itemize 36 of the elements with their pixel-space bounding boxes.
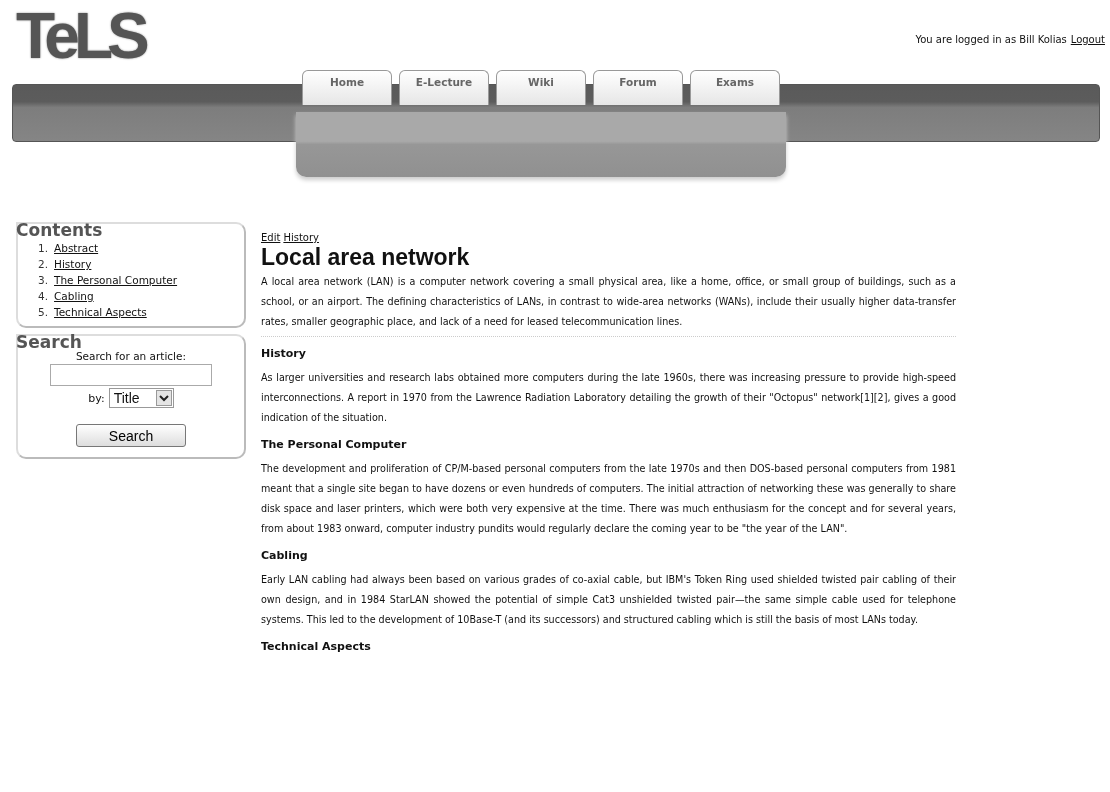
list-number: 5. <box>38 306 49 318</box>
site-logo[interactable]: TeLS <box>16 4 144 68</box>
intro-paragraph: A local area network (LAN) is a computer network covering a small physical area, like a home, office, or small group of buildings, such as a school, or an airport. The defining characteristics of LANs, in contrast to wide-area networks (WANs), include their usually higher data-transfer rates, smaller geographic place, and lack of a need for leased telecommunication lines. <box>261 272 956 337</box>
section-heading: The Personal Computer <box>261 438 408 451</box>
search-title: Search <box>16 332 83 352</box>
nav-tab[interactable]: E-Lecture <box>399 70 489 105</box>
list-number: 4. <box>38 290 49 302</box>
list-number: 1. <box>38 242 49 254</box>
article-title: Local area network <box>261 244 471 270</box>
contents-link[interactable]: Abstract <box>54 242 99 254</box>
section-paragraph: The development and proliferation of CP/M-based personal computers from the late 1970s and then DOS-based personal computers from 1981 meant that a single site began to have dozens or even hundreds of computers. The initial attraction of networking these was generally to share disk space and laser printers, which were both very expensive at the time. There was much enthusiasm for the concept and for several years, from about 1983 onward, computer industry pundits would regularly declare the coming year to be "the year of the LAN". <box>261 462 956 536</box>
nav-tab[interactable]: Home <box>302 70 392 105</box>
nav-tab[interactable]: Exams <box>690 70 780 105</box>
nav-tab[interactable]: Wiki <box>496 70 586 105</box>
article-link[interactable]: Edit <box>261 232 281 243</box>
nav-tab[interactable]: Forum <box>593 70 683 105</box>
article-link[interactable]: History <box>283 232 319 243</box>
contents-link[interactable]: History <box>54 258 92 270</box>
search-field[interactable] <box>50 364 212 386</box>
contents-link[interactable]: The Personal Computer <box>54 274 178 286</box>
section-paragraph: As larger universities and research labs obtained more computers during the late 1960s, there was increasing pressure to provide high-speed interconnections. A report in 1970 from the Lawrence Radiation Laboratory detailing the growth of their "Octopus" network[1][2], gives a good indication of the situation. <box>261 371 956 425</box>
section-heading: Technical Aspects <box>261 640 372 653</box>
search-button[interactable]: Search <box>76 424 186 447</box>
section-heading: Cabling <box>261 549 309 562</box>
list-number: 3. <box>38 274 49 286</box>
by-label: by: <box>88 391 105 405</box>
section-paragraph: Early LAN cabling had always been based on various grades of co-axial cable, but IBM's Token Ring used shielded twisted pair cabling of their own design, and in 1984 StarLAN showed the potential of simple Cat3 unshielded twisted pair—the same simple cable used for telephone systems. This led to the development of 10Base-T (and its successors) and structured cabling which is still the basis of most LANs today. <box>261 573 956 627</box>
contents-link[interactable]: Cabling <box>54 290 94 302</box>
search-prompt: Search for an article: <box>75 350 187 362</box>
search-by-dropdown[interactable]: Title <box>108 388 174 408</box>
section-heading: History <box>261 347 307 360</box>
list-number: 2. <box>38 258 49 270</box>
login-status: You are logged in as Bill Kolias <box>915 34 1067 45</box>
contents-title: Contents <box>16 220 104 240</box>
logout-link[interactable]: Logout <box>1070 34 1105 45</box>
contents-link[interactable]: Technical Aspects <box>54 306 147 318</box>
